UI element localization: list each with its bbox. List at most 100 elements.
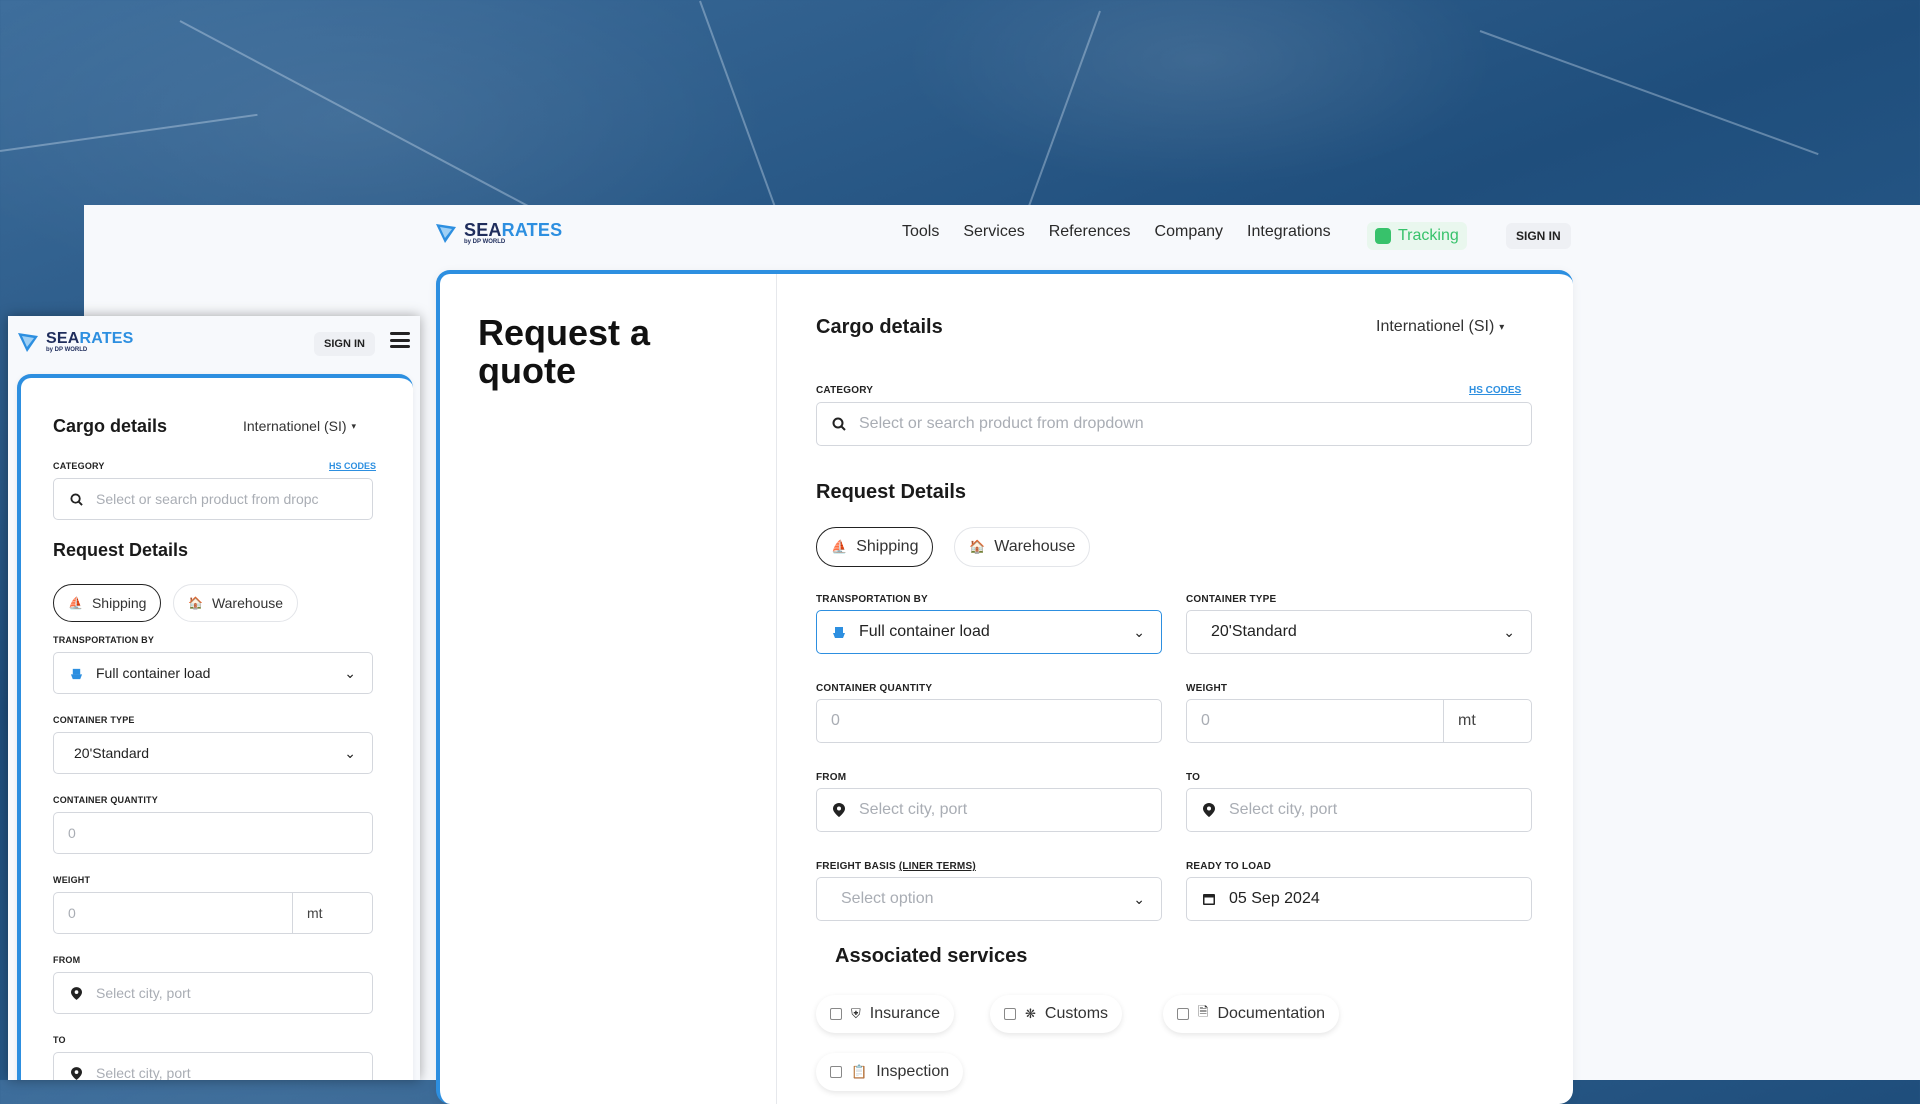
- searates-logo[interactable]: SEARATES by DP WORLD: [16, 330, 134, 354]
- container-type-label: CONTAINER TYPE: [1186, 594, 1277, 605]
- sign-in-button[interactable]: SIGN IN: [1506, 223, 1571, 249]
- nav-company[interactable]: Company: [1155, 223, 1223, 241]
- checkbox[interactable]: [1177, 1008, 1189, 1020]
- chevron-down-icon: ⌄: [1133, 890, 1145, 907]
- quote-card: Request a quote Cargo details Internatio…: [436, 270, 1573, 1104]
- category-placeholder: Select or search product from dropdown: [859, 415, 1144, 432]
- weight-input[interactable]: 0 mt: [53, 892, 373, 934]
- units-select[interactable]: Internationel (SI) ▾: [1376, 318, 1504, 336]
- weight-input[interactable]: 0 mt: [1186, 699, 1532, 743]
- nav-tools[interactable]: Tools: [902, 223, 939, 241]
- hs-codes-link[interactable]: HS CODES: [1469, 385, 1521, 396]
- category-search-input[interactable]: Select or search product from dropc: [53, 478, 373, 520]
- container-type-label: CONTAINER TYPE: [53, 715, 135, 725]
- request-details-heading: Request Details: [816, 481, 967, 503]
- chevron-down-icon: ⌄: [344, 664, 356, 681]
- checkbox[interactable]: [830, 1008, 842, 1020]
- freight-basis-label: FREIGHT BASIS (LINER TERMS): [816, 861, 976, 872]
- container-ship-icon: [68, 665, 84, 681]
- container-quantity-input[interactable]: 0: [53, 812, 373, 854]
- tracking-button[interactable]: Tracking: [1367, 222, 1467, 250]
- sign-in-button[interactable]: SIGN IN: [314, 332, 375, 356]
- document-icon: 🗎: [1198, 1004, 1209, 1019]
- category-label: CATEGORY: [53, 461, 105, 471]
- ready-to-load-date[interactable]: 05 Sep 2024: [1186, 877, 1532, 921]
- quantity-placeholder: 0: [831, 712, 840, 729]
- service-label: Documentation: [1217, 1005, 1326, 1022]
- container-type-value: 20'Standard: [74, 745, 150, 761]
- container-type-select[interactable]: 20'Standard ⌄: [53, 732, 373, 774]
- location-pin-icon: [831, 802, 847, 818]
- nav-integrations[interactable]: Integrations: [1247, 223, 1331, 241]
- tab-shipping[interactable]: ⛵ Shipping: [816, 527, 934, 567]
- to-input[interactable]: Select city, port: [1186, 788, 1532, 832]
- search-icon: [68, 491, 84, 507]
- service-documentation[interactable]: 🗎 Documentation: [1163, 995, 1340, 1033]
- from-placeholder: Select city, port: [859, 801, 968, 818]
- to-label: TO: [1186, 772, 1201, 783]
- container-type-select[interactable]: 20'Standard ⌄: [1186, 610, 1532, 654]
- customs-icon: ❋: [1025, 1006, 1036, 1021]
- search-icon: [831, 416, 847, 432]
- sign-in-label: SIGN IN: [324, 338, 365, 350]
- hamburger-menu-icon[interactable]: [390, 332, 410, 348]
- transportation-select[interactable]: Full container load ⌄: [53, 652, 373, 694]
- ship-icon: ⛵: [831, 539, 848, 554]
- sign-in-label: SIGN IN: [1516, 229, 1561, 243]
- units-value: Internationel (SI): [1376, 318, 1495, 335]
- searates-logo[interactable]: SEARATES by DP WORLD: [434, 221, 562, 245]
- tab-warehouse[interactable]: 🏠 Warehouse: [173, 584, 299, 622]
- from-input[interactable]: Select city, port: [816, 788, 1162, 832]
- freight-placeholder: Select option: [841, 890, 934, 907]
- location-pin-icon: [68, 985, 84, 1001]
- tab-warehouse-label: Warehouse: [211, 595, 284, 611]
- warehouse-icon: 🏠: [188, 596, 203, 610]
- service-inspection[interactable]: 📋 Inspection: [816, 1053, 964, 1091]
- chevron-down-icon: ▾: [1499, 321, 1505, 333]
- shield-icon: ⛨: [851, 1006, 861, 1021]
- cargo-details-heading: Cargo details: [53, 416, 168, 436]
- tracking-label: Tracking: [1398, 227, 1459, 244]
- request-details-heading: Request Details: [53, 540, 189, 560]
- clipboard-icon: 📋: [851, 1064, 868, 1079]
- liner-terms-link[interactable]: (LINER TERMS): [899, 861, 976, 872]
- hs-codes-link[interactable]: HS CODES: [329, 461, 376, 471]
- tab-shipping[interactable]: ⛵ Shipping: [53, 584, 162, 622]
- transportation-value: Full container load: [859, 623, 990, 640]
- from-input[interactable]: Select city, port: [53, 972, 373, 1014]
- card-divider: [776, 274, 777, 1104]
- weight-placeholder: 0: [68, 905, 76, 921]
- transportation-select[interactable]: Full container load ⌄: [816, 610, 1162, 654]
- weight-label: WEIGHT: [1186, 683, 1228, 694]
- checkbox[interactable]: [1004, 1008, 1016, 1020]
- brand-sub: by DP WORLD: [464, 239, 506, 245]
- nav-references[interactable]: References: [1049, 223, 1131, 241]
- associated-services-heading: Associated services: [835, 945, 1028, 967]
- freight-basis-select[interactable]: Select option ⌄: [816, 877, 1162, 921]
- from-label: FROM: [816, 772, 847, 783]
- nav-services[interactable]: Services: [963, 223, 1024, 241]
- service-label: Customs: [1044, 1005, 1109, 1022]
- tab-shipping-label: Shipping: [91, 595, 147, 611]
- transportation-label: TRANSPORTATION BY: [816, 594, 928, 605]
- to-label: TO: [53, 1035, 66, 1045]
- chevron-down-icon: ⌄: [1503, 623, 1515, 640]
- tab-warehouse[interactable]: 🏠 Warehouse: [954, 527, 1091, 567]
- top-nav: SEARATES by DP WORLD Tools Services Refer…: [84, 205, 1920, 265]
- category-label: CATEGORY: [816, 385, 874, 396]
- checkbox[interactable]: [830, 1066, 842, 1078]
- chevron-down-icon: ⌄: [344, 744, 356, 761]
- nav-links: Tools Services References Company Integr…: [902, 223, 1331, 241]
- units-select[interactable]: Internationel (SI) ▾: [243, 418, 356, 434]
- chevron-down-icon: ▾: [351, 420, 357, 431]
- container-quantity-input[interactable]: 0: [816, 699, 1162, 743]
- to-input[interactable]: Select city, port: [53, 1052, 373, 1080]
- page-title: Request a quote: [478, 312, 651, 391]
- cargo-details-heading: Cargo details: [816, 316, 943, 338]
- weight-unit: mt: [292, 893, 372, 933]
- service-insurance[interactable]: ⛨ Insurance: [816, 995, 955, 1033]
- category-search-input[interactable]: Select or search product from dropdown: [816, 402, 1532, 446]
- weight-label: WEIGHT: [53, 875, 91, 885]
- service-customs[interactable]: ❋ Customs: [990, 995, 1123, 1033]
- service-label: Inspection: [876, 1063, 950, 1080]
